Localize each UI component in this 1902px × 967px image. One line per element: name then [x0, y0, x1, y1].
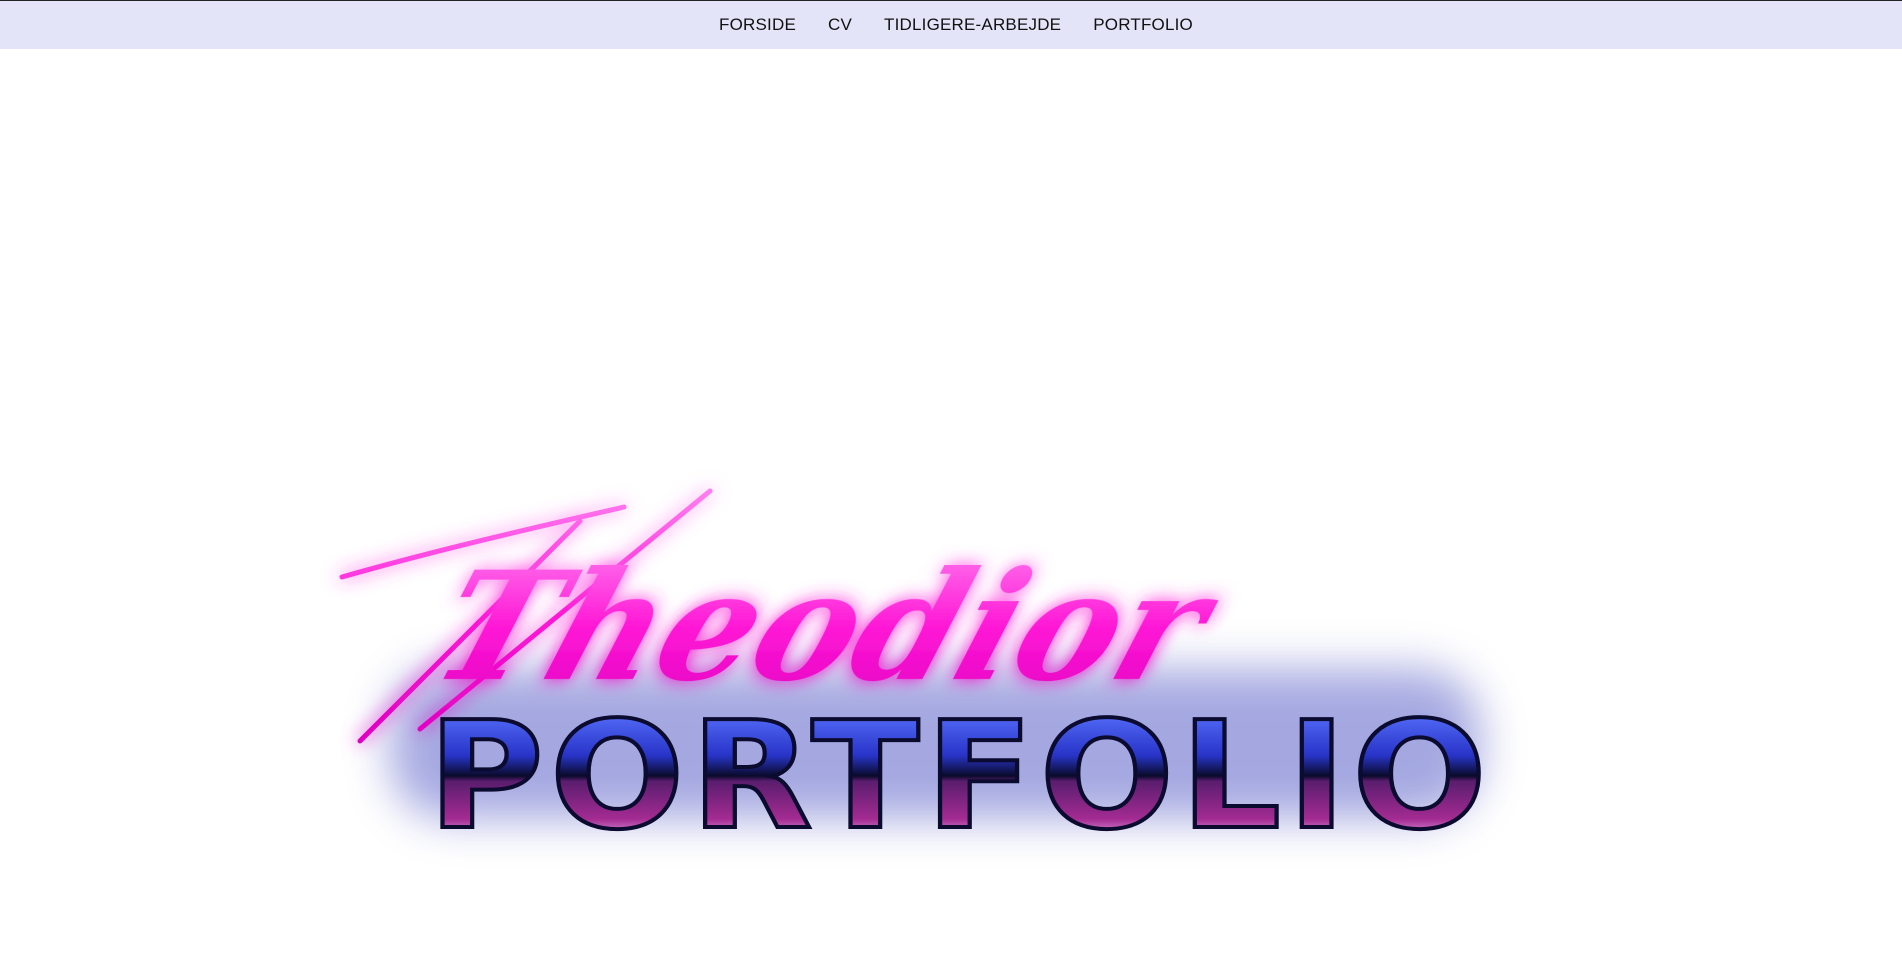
hero-section: Theodior PORTFOLIO [0, 49, 1902, 967]
logo-script-text: Theodior [415, 539, 1239, 715]
portfolio-logo: Theodior PORTFOLIO [339, 488, 1493, 864]
nav-link-cv[interactable]: CV [828, 15, 852, 35]
nav-link-tidligere-arbejde[interactable]: TIDLIGERE-ARBEJDE [884, 15, 1061, 35]
top-navigation: FORSIDE CV TIDLIGERE-ARBEJDE PORTFOLIO [0, 0, 1902, 49]
nav-link-portfolio[interactable]: PORTFOLIO [1093, 15, 1193, 35]
nav-link-forside[interactable]: FORSIDE [719, 15, 796, 35]
logo-main-text: PORTFOLIO [428, 690, 1493, 862]
